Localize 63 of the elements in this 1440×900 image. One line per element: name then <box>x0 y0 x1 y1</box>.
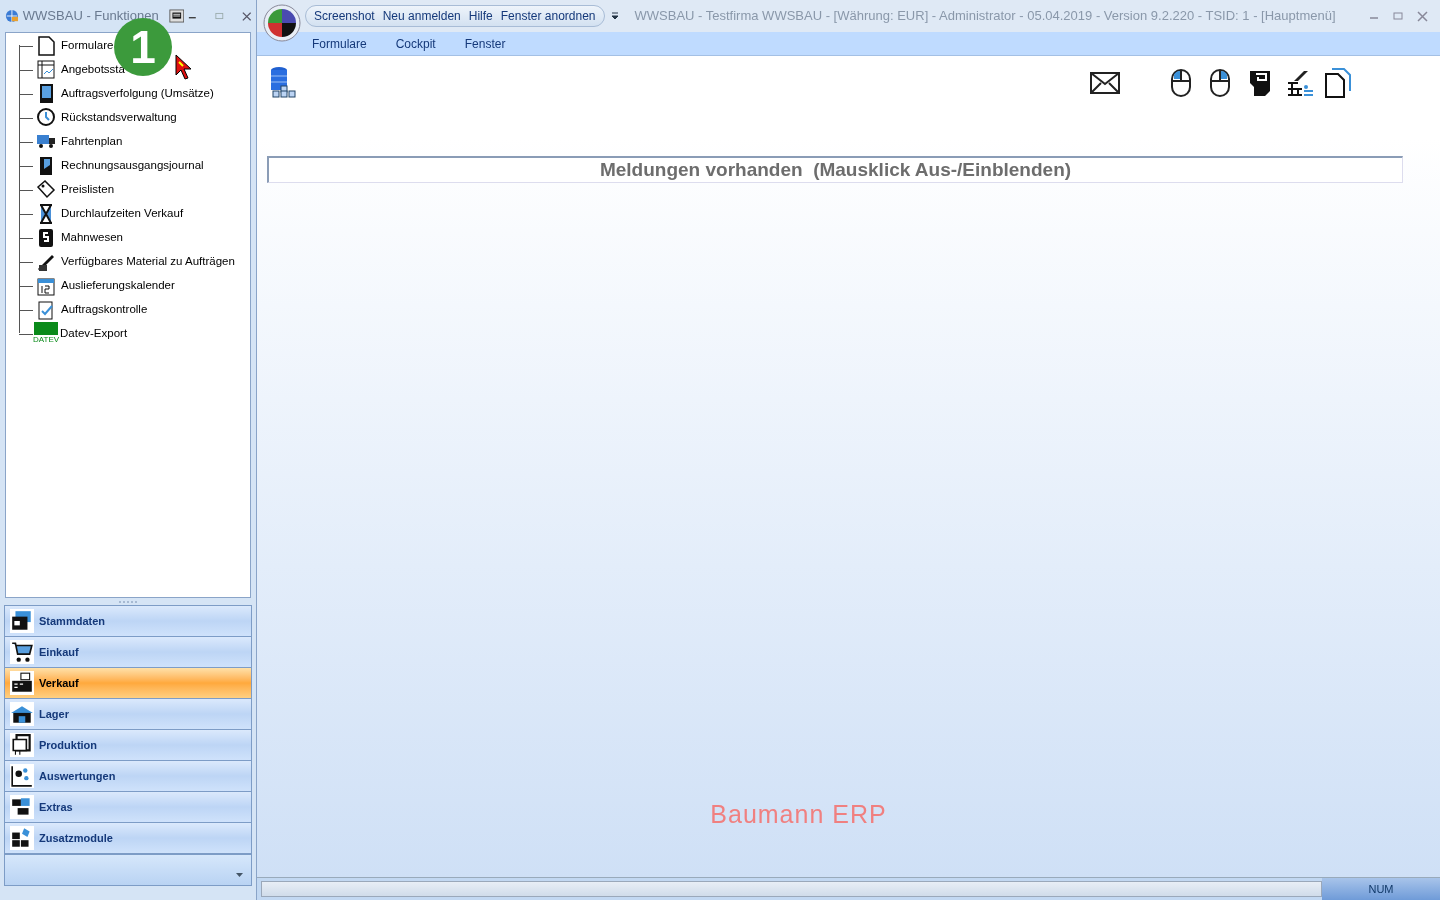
mail-icon[interactable] <box>1090 72 1120 94</box>
message-bar[interactable]: Meldungen vorhanden (Mausklick Aus-/Einblenden) <box>267 156 1403 183</box>
item-icon <box>36 275 56 297</box>
mouse-icon[interactable] <box>1170 69 1192 97</box>
menu-tab[interactable]: Fenster <box>464 34 506 53</box>
tree-item[interactable]: Durchlaufzeiten Verkauf <box>61 205 184 223</box>
module-icon <box>10 702 34 726</box>
module-icon <box>10 609 34 633</box>
menu-tab[interactable]: Formulare <box>312 34 367 53</box>
nav-button[interactable]: Zusatzmodule <box>4 822 252 854</box>
nav-button[interactable]: Stammdaten <box>4 605 252 637</box>
tree-item[interactable]: Verfügbares Material zu Aufträgen <box>61 253 235 271</box>
watermark-text: Baumann ERP <box>710 798 887 830</box>
toolbar-button[interactable]: Fenster anordnen <box>500 7 596 25</box>
module-icon <box>10 640 34 664</box>
nav-button[interactable]: Produktion <box>4 729 252 761</box>
module-icon <box>10 764 34 788</box>
dropdown-caret-icon[interactable] <box>236 873 243 877</box>
nav-button[interactable]: Verkauf <box>4 667 252 699</box>
tree-item[interactable]: Rückstandsverwaltung <box>61 109 177 127</box>
window-title: WWSBAU - Funktionen <box>22 7 159 26</box>
tree-item[interactable]: Angebotssta <box>61 61 125 79</box>
keyboard-key-icon[interactable] <box>1248 69 1272 97</box>
documents-icon[interactable] <box>1324 68 1352 98</box>
database-icon[interactable] <box>269 66 299 98</box>
tree-item[interactable]: Mahnwesen <box>61 229 123 247</box>
close-icon[interactable] <box>241 10 251 22</box>
item-icon <box>36 107 56 129</box>
nav-button[interactable]: Lager <box>4 698 252 730</box>
item-icon <box>36 35 56 57</box>
mouse-icon[interactable] <box>1209 69 1231 97</box>
nav-button[interactable]: Auswertungen <box>4 760 252 792</box>
item-icon <box>36 227 56 249</box>
item-icon <box>36 299 56 321</box>
tree-item[interactable]: Auftragskontrolle <box>61 301 148 319</box>
toolbar-customize-icon[interactable] <box>610 12 619 20</box>
tree-item[interactable]: Datev-Export <box>60 325 128 343</box>
cursor-icon <box>175 54 193 80</box>
module-icon <box>10 671 34 695</box>
num-lock-indicator: NUM <box>1368 881 1394 897</box>
nav-button[interactable]: Extras <box>4 791 252 823</box>
app-globe-icon <box>5 8 19 24</box>
close-icon[interactable] <box>1417 10 1428 22</box>
network-wall-icon[interactable] <box>1286 69 1314 97</box>
toolbar-button[interactable]: Screenshot <box>314 7 375 25</box>
tree-item[interactable]: Formulare <box>61 37 114 55</box>
menu-tab[interactable]: Cockpit <box>395 34 436 53</box>
toolbar-button[interactable]: Neu anmelden <box>382 7 461 25</box>
print-icon[interactable] <box>168 8 185 24</box>
module-icon <box>10 795 34 819</box>
toolbar-button[interactable]: Hilfe <box>468 7 493 25</box>
nav-button[interactable]: Einkauf <box>4 636 252 668</box>
splitter-grip-icon[interactable] <box>118 600 138 604</box>
item-icon <box>36 59 56 81</box>
tree-item[interactable]: Auslieferungskalender <box>61 277 175 295</box>
module-icon <box>10 733 34 757</box>
item-icon <box>36 179 56 201</box>
tree-item[interactable]: Auftragsverfolgung (Umsätze) <box>61 85 214 103</box>
module-icon <box>10 826 34 850</box>
window-title: WWSBAU - Testfirma WWSBAU - [Währung: EUR] - Administrator - 05.04.2019 - Version 9.2.220 - TSID: 1 - [Hauptmenü] <box>634 7 1336 26</box>
tree-item[interactable]: Fahrtenplan <box>61 133 123 151</box>
tree-item[interactable]: Rechnungsausgangsjournal <box>61 157 204 175</box>
tree-item[interactable]: Preislisten <box>61 181 115 199</box>
